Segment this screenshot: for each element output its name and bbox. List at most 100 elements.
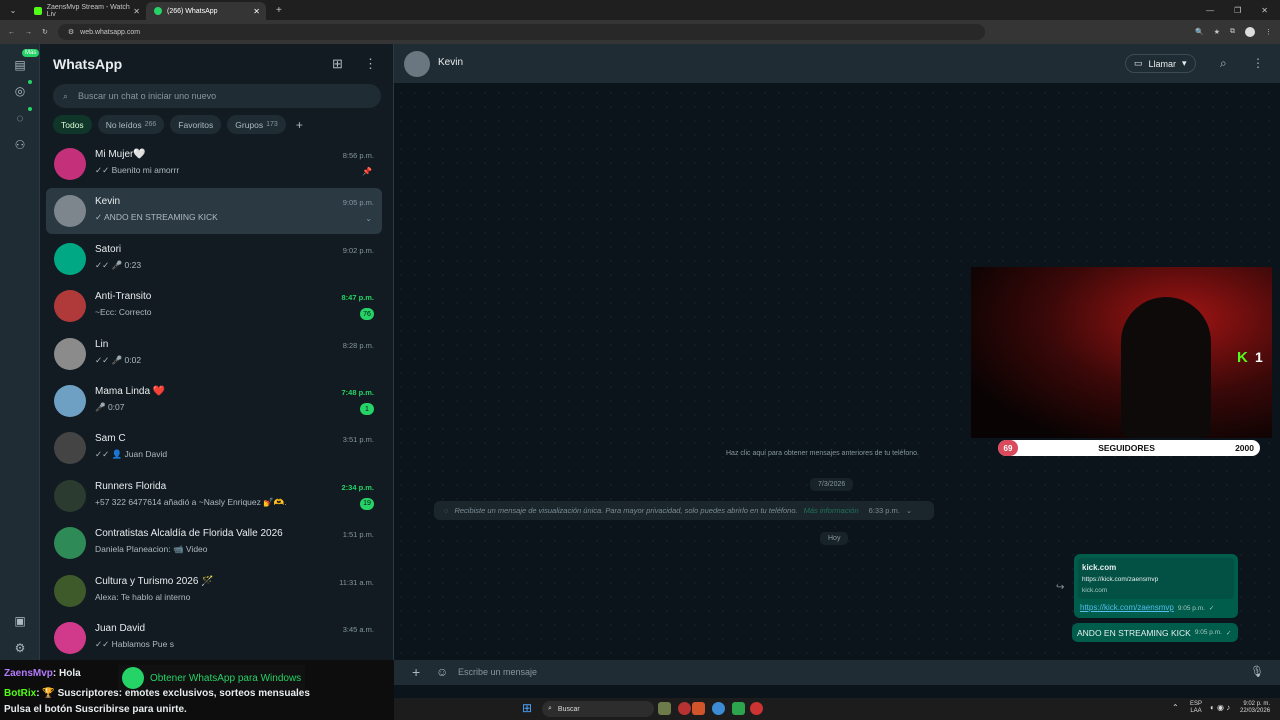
taskbar-app-icon[interactable] (658, 702, 671, 715)
channels-icon[interactable]: ◌ (11, 109, 29, 127)
close-tab-icon[interactable]: ✕ (253, 7, 260, 16)
status-icon[interactable]: ◎ (11, 82, 29, 100)
filter-no-leidos[interactable]: No leídos 266 (97, 115, 165, 134)
chevron-down-icon[interactable]: ⌄ (365, 214, 372, 223)
contact-name[interactable]: Kevin (438, 57, 463, 68)
search-icon[interactable]: ⌕ (1220, 56, 1227, 71)
call-button[interactable]: ▭ Llamar ▾ (1125, 54, 1196, 73)
browser-menu-icon[interactable]: ⋮ (1265, 28, 1272, 36)
add-filter-button[interactable]: + (292, 118, 303, 132)
chat-row[interactable]: Lin ✓✓ 🎤 0:02 8:28 p.m. (46, 331, 382, 377)
chat-row[interactable]: Kevin ✓ ANDO EN STREAMING KICK 9:05 p.m. ⌄ (46, 188, 382, 235)
chat-row[interactable]: Juan David ✓✓ Hablamos Pue s 3:45 a.m. (46, 615, 382, 661)
url-text: web.whatsapp.com (80, 28, 141, 36)
reload-icon[interactable]: ↻ (42, 28, 48, 36)
site-info-icon[interactable]: ⚙ (68, 28, 74, 36)
chat-row[interactable]: Sam C ✓✓ 👤 Juan David 3:51 p.m. (46, 425, 382, 471)
windows-start-icon[interactable]: ⊞ (522, 702, 535, 715)
chat-preview: ✓✓ 🎤 0:23 (95, 259, 142, 270)
chat-name: Mi Mujer🤍 (95, 149, 146, 160)
language-indicator[interactable]: ESP LAA (1190, 701, 1202, 715)
tray-icons[interactable]: ⌃ (1172, 703, 1179, 712)
tab-title: (266) WhatsApp (167, 7, 218, 15)
bookmark-star-icon[interactable]: ★ (1214, 28, 1220, 36)
filter-label: Grupos (235, 119, 264, 130)
extensions-icon[interactable]: ⧉ (1230, 28, 1235, 36)
emoji-sticker-icon[interactable]: ☺ (436, 665, 448, 679)
menu-icon[interactable]: ⋮ (364, 56, 377, 72)
text-message[interactable]: ANDO EN STREAMING KICK 9:05 p.m. ✓ (1072, 623, 1238, 642)
forward-icon[interactable]: → (25, 29, 32, 36)
chat-name: Kevin (95, 196, 121, 208)
filter-todos[interactable]: Todos (53, 115, 92, 134)
chevron-down-icon[interactable]: ⌄ (906, 506, 912, 515)
chat-row[interactable]: Runners Florida +57 322 6477614 añadió a … (46, 473, 382, 519)
chat-row[interactable]: Contratistas Alcaldía de Florida Valle 2… (46, 520, 382, 566)
microphone-icon[interactable]: 🎙 (1250, 665, 1264, 678)
chat-preview: 🎤 0:07 (95, 402, 125, 412)
message-link[interactable]: https://kick.com/zaensmvp (1080, 603, 1174, 612)
chat-preview: ~Ecc: Correcto (95, 307, 152, 318)
search-icon: ⌕ (548, 705, 552, 712)
chats-icon[interactable]: ▤ (11, 56, 29, 74)
new-tab-button[interactable]: + (266, 5, 282, 16)
chat-time: 1:51 p.m. (342, 530, 374, 540)
link-message[interactable]: kick.com https://kick.com/zaensmvp kick.… (1074, 554, 1238, 618)
view-once-message[interactable]: ◌ Recibiste un mensaje de visualización … (434, 501, 934, 520)
network-volume-icon[interactable]: ◐ ◉ ♪ (1210, 703, 1230, 712)
link-preview-card[interactable]: kick.com https://kick.com/zaensmvp kick.… (1078, 558, 1234, 599)
minimize-icon[interactable]: — (1206, 6, 1214, 15)
chat-row[interactable]: Mi Mujer🤍 ✓✓ Buenito mi amorrr 8:56 p.m. 📌 (46, 141, 382, 187)
clock[interactable]: 9:02 p. m. 22/03/2026 (1240, 701, 1270, 715)
back-icon[interactable]: ← (8, 29, 15, 36)
chat-preview: ✓✓ Buenito mi amorrr (95, 165, 180, 175)
chat-row[interactable]: Anti-Transito ~Ecc: Correcto 8:47 p.m. 76 (46, 283, 382, 329)
taskbar-search[interactable]: ⌕ Buscar (542, 701, 654, 717)
more-info-link[interactable]: Más información (804, 506, 859, 515)
filter-grupos[interactable]: Grupos 173 (227, 115, 286, 134)
filter-favoritos[interactable]: Favoritos (170, 115, 222, 134)
chat-time: 3:45 a.m. (342, 625, 374, 634)
taskbar-app-icon[interactable] (750, 702, 763, 715)
search-icon: ⌕ (63, 90, 69, 101)
chat-preview: ✓✓ 🎤 0:02 (95, 354, 142, 365)
tab-search-icon[interactable]: ⌄ (0, 6, 26, 15)
taskbar-app-icon[interactable] (732, 702, 745, 715)
settings-gear-icon[interactable]: ⚙ (11, 639, 29, 657)
chat-name: Sam C (95, 433, 126, 445)
menu-icon[interactable]: ⋮ (1252, 56, 1264, 70)
chat-avatar (54, 432, 86, 465)
tab-kick[interactable]: ZaensMvp Stream - Watch Liv ✕ (26, 2, 146, 20)
chevron-down-icon: ▾ (1182, 58, 1187, 68)
media-icon[interactable]: ▣ (11, 612, 29, 630)
kick-favicon-icon (34, 7, 42, 15)
chat-name: Juan David (95, 623, 146, 634)
chat-row[interactable]: Mama Linda ❤️ 🎤 0:07 7:48 p.m. 1 (46, 378, 382, 424)
new-chat-icon[interactable]: ⊞ (332, 56, 343, 72)
window-controls: — ❐ ✕ (1206, 6, 1280, 15)
chat-avatar (54, 242, 86, 275)
forward-icon[interactable]: ↪ (1056, 582, 1064, 593)
tab-title: ZaensMvp Stream - Watch Liv (46, 4, 130, 18)
message-input[interactable]: Escribe un mensaje (458, 667, 537, 677)
attach-plus-icon[interactable]: + (412, 664, 420, 680)
communities-icon[interactable]: ⚇ (11, 136, 29, 154)
chat-row[interactable]: Satori ✓✓ 🎤 0:23 9:02 p.m. (46, 236, 382, 282)
profile-avatar[interactable] (1245, 27, 1255, 37)
search-input[interactable]: ⌕ Buscar un chat o iniciar uno nuevo (53, 84, 381, 108)
url-field[interactable]: ⚙ web.whatsapp.com (57, 24, 985, 40)
chat-row[interactable]: Cultura y Turismo 2026 🪄 Alexa: Te hablo … (46, 568, 382, 614)
followers-goal-bar: 69 SEGUIDORES 2000 (998, 440, 1260, 456)
load-older-messages[interactable]: Haz clic aquí para obtener mensajes ante… (726, 450, 919, 457)
filter-chips: Todos No leídos 266 Favoritos Grupos 173 + (53, 115, 303, 134)
contact-avatar[interactable] (404, 51, 430, 77)
close-window-icon[interactable]: ✕ (1261, 6, 1268, 15)
close-tab-icon[interactable]: ✕ (133, 7, 140, 16)
brave-icon[interactable] (692, 702, 705, 715)
zoom-icon[interactable]: 🔍 (1195, 28, 1204, 36)
taskbar-app-icon[interactable] (678, 702, 691, 715)
tab-whatsapp[interactable]: (266) WhatsApp ✕ (146, 2, 266, 20)
browser-tab-strip: ⌄ ZaensMvp Stream - Watch Liv ✕ (266) Wh… (0, 0, 1280, 20)
restore-icon[interactable]: ❐ (1234, 6, 1241, 15)
chrome-icon[interactable] (712, 702, 725, 715)
